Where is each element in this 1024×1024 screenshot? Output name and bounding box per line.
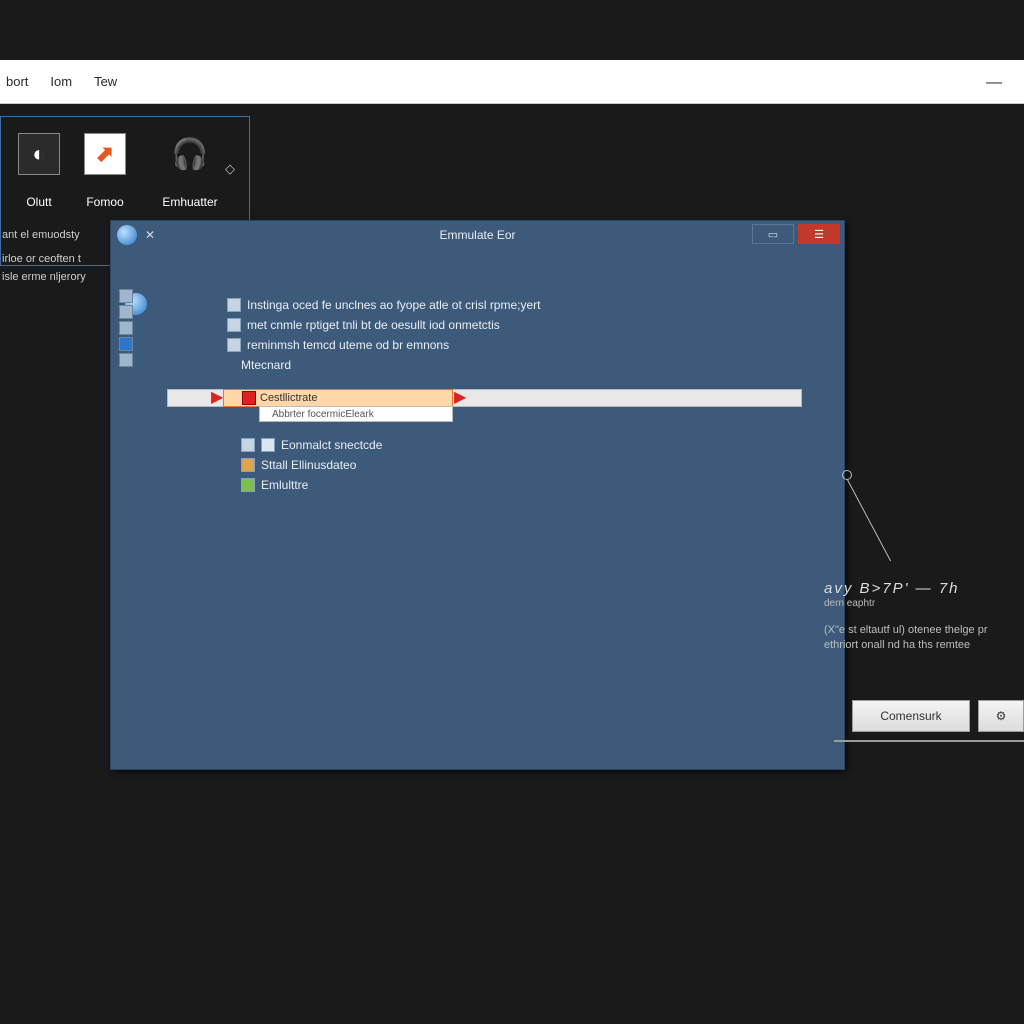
tree-label: Instinga oced fe unclnes ao fyope atle o… — [247, 298, 541, 312]
formula-text: avy B>7P' — 7h dern eaphtr — [824, 580, 1024, 609]
gear-icon: ⚙ — [996, 709, 1007, 723]
modal-body: Instinga oced fe unclnes ao fyope atle o… — [111, 249, 844, 769]
item-icon — [227, 338, 241, 352]
callout-line — [847, 480, 891, 562]
modal-minimize-button[interactable]: ▭ — [752, 224, 794, 244]
diamond-icon: ◇ — [225, 161, 235, 177]
item-icon — [241, 478, 255, 492]
tree-row[interactable]: Mtecnard — [167, 355, 828, 375]
secondary-button[interactable]: ⚙ — [978, 700, 1024, 732]
button-underline — [834, 740, 1024, 742]
options-tree: Instinga oced fe unclnes ao fyope atle o… — [167, 295, 828, 375]
tree-label: Sttall Ellinusdateo — [261, 458, 356, 472]
menu-item-tew[interactable]: Tew — [94, 74, 117, 89]
tree-label: Mtecnard — [241, 358, 291, 372]
emhuatter-icon: 🎧 — [169, 133, 211, 175]
highlight-row: ▶ Cestllictrate ▶ Abbrter focermicEleark — [111, 389, 844, 407]
doc-icon — [119, 337, 133, 351]
tree-label: Emlulttre — [261, 478, 308, 492]
tree-row[interactable]: Sttall Ellinusdateo — [167, 455, 828, 475]
selected-icon — [242, 391, 256, 405]
modal-title: Emmulate Eor — [439, 228, 515, 242]
selected-option[interactable]: Cestllictrate — [223, 389, 453, 407]
item-icon — [261, 438, 275, 452]
comensurk-button[interactable]: Comensurk — [852, 700, 970, 732]
doc-icon — [119, 321, 133, 335]
annotation-paragraph: (X"e st eltautf ul) otenee thelge pr eth… — [824, 623, 1024, 653]
doc-icon — [119, 353, 133, 367]
modal-close-button[interactable]: ☰ — [798, 224, 840, 244]
arrow-right-icon: ▶ — [211, 389, 223, 407]
tree-row[interactable]: Eonmalct snectcde — [167, 435, 828, 455]
modal-app-icon — [117, 225, 137, 245]
tree-row[interactable]: Instinga oced fe unclnes ao fyope atle o… — [167, 295, 828, 315]
item-icon — [227, 298, 241, 312]
tree-label: met cnmle rptiget tnli bt de oesullt iod… — [247, 318, 500, 332]
formula-sub: dern eaphtr — [824, 598, 1024, 609]
arrow-right-icon: ▶ — [454, 389, 466, 407]
item-icon — [227, 318, 241, 332]
selected-sub-option[interactable]: Abbrter focermicEleark — [259, 406, 453, 422]
window-minimize-icon[interactable]: — — [986, 74, 1002, 92]
options-tree-tail: Eonmalct snectcde Sttall Ellinusdateo Em… — [167, 435, 828, 495]
emulate-modal: ✕ Emmulate Eor ▭ ☰ Instinga oced fe uncl… — [110, 220, 845, 770]
item-icon — [241, 458, 255, 472]
annotation-panel: avy B>7P' — 7h dern eaphtr (X"e st eltau… — [824, 460, 1024, 653]
selected-label: Cestllictrate — [260, 392, 317, 404]
left-icon-column — [119, 289, 133, 367]
tile-label: Olutt — [13, 195, 65, 209]
fomoo-icon: ⬈ — [84, 133, 126, 175]
doc-icon — [119, 305, 133, 319]
button-row: Comensurk ⚙ — [852, 700, 1024, 732]
tree-label: reminmsh temcd uteme od br emnons — [247, 338, 449, 352]
tree-row[interactable]: reminmsh temcd uteme od br emnons — [167, 335, 828, 355]
tree-label: Eonmalct snectcde — [281, 438, 382, 452]
olutt-icon: ◐ — [18, 133, 60, 175]
titlebar-close-left-icon[interactable]: ✕ — [145, 228, 155, 242]
tree-row[interactable]: Emlulttre — [167, 475, 828, 495]
item-icon — [241, 438, 255, 452]
tree-row[interactable]: met cnmle rptiget tnli bt de oesullt iod… — [167, 315, 828, 335]
modal-titlebar[interactable]: ✕ Emmulate Eor ▭ ☰ — [111, 221, 844, 249]
tile-label: Fomoo — [79, 195, 131, 209]
menubar: bort Iom Tew — — [0, 60, 1024, 104]
doc-icon — [119, 289, 133, 303]
menu-item-iom[interactable]: Iom — [50, 74, 72, 89]
menu-item-bort[interactable]: bort — [6, 74, 28, 89]
tile-label: Emhuatter — [145, 195, 235, 209]
selected-sub-label: Abbrter focermicEleark — [272, 409, 374, 420]
